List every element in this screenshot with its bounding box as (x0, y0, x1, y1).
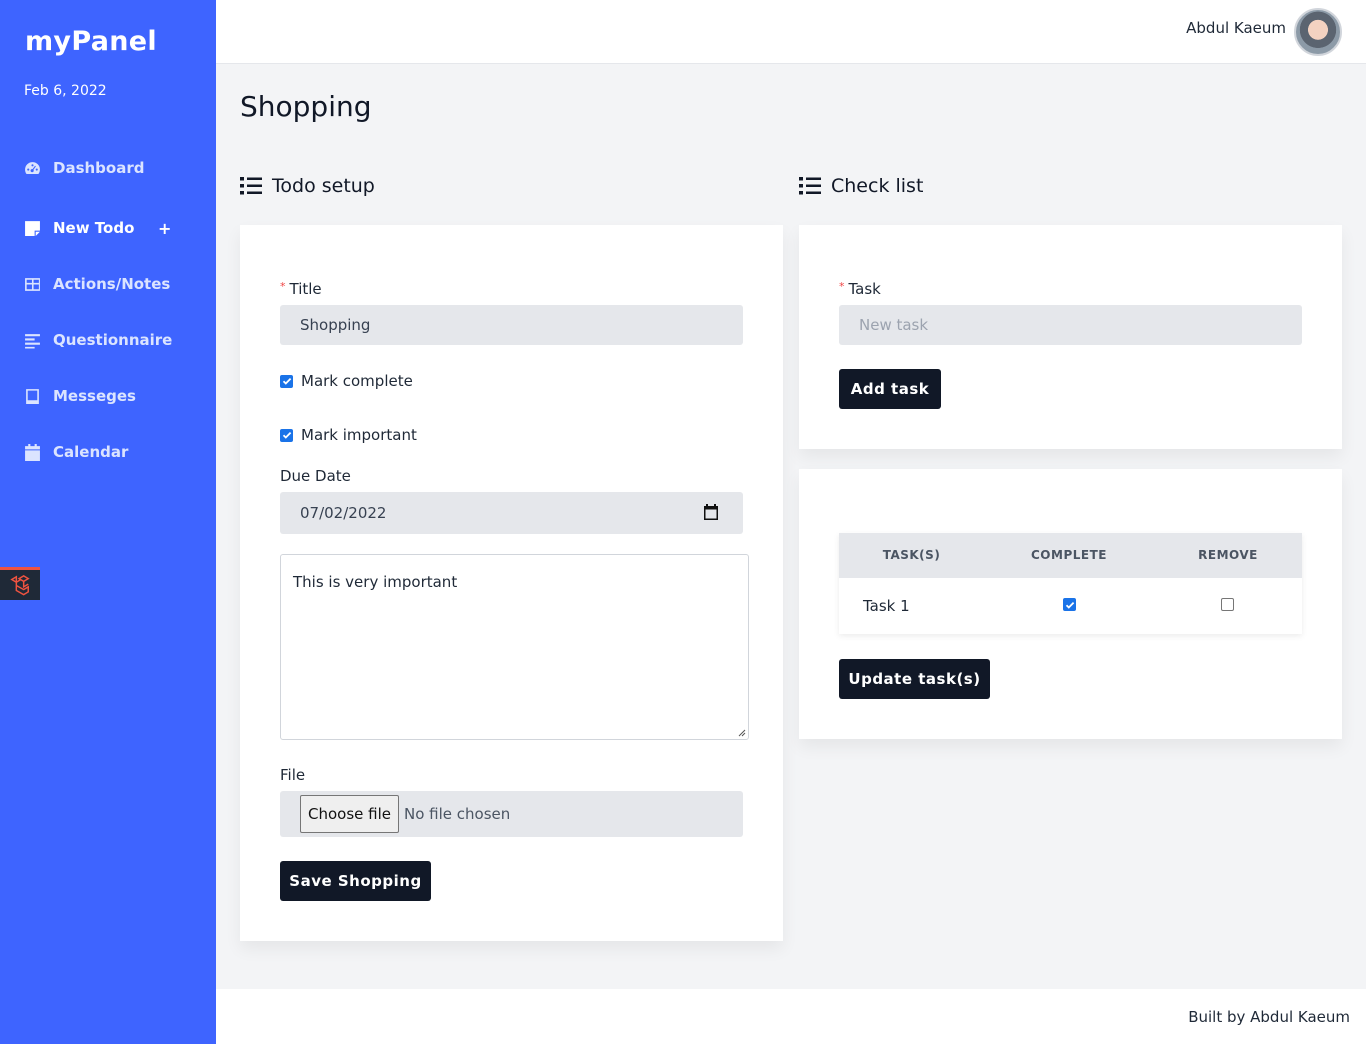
add-task-button[interactable]: Add task (839, 369, 941, 409)
footer-credit: Built by Abdul Kaeum (1188, 1008, 1350, 1026)
sidebar-item-label: New Todo (53, 219, 135, 237)
save-todo-button[interactable]: Save Shopping (280, 861, 431, 901)
title-label-text: Title (289, 280, 322, 298)
brand-logo[interactable]: myPanel (25, 26, 157, 57)
new-task-input[interactable]: New task (839, 305, 1302, 345)
required-mark: * (280, 280, 286, 293)
due-date-value: 07/02/2022 (300, 504, 387, 522)
task-complete-checkbox[interactable] (1063, 598, 1076, 611)
check-icon (282, 431, 291, 439)
section-title: Check list (831, 175, 924, 197)
notes-text: This is very important (293, 573, 458, 591)
file-input[interactable]: Choose file No file chosen (280, 791, 743, 837)
sidebar-item-questionnaire[interactable]: Questionnaire (24, 329, 172, 351)
column-header-remove: REMOVE (1198, 548, 1258, 562)
check-icon (1065, 601, 1074, 609)
mark-important-row: Mark important (280, 426, 417, 444)
calendar-icon (25, 443, 40, 461)
sidebar-item-label: Dashboard (53, 159, 145, 177)
update-tasks-button[interactable]: Update task(s) (839, 659, 990, 699)
sidebar-item-label: Questionnaire (53, 331, 173, 349)
avatar[interactable] (1294, 8, 1342, 56)
sidebar-item-label: Messeges (53, 387, 136, 405)
sidebar-item-dashboard[interactable]: Dashboard (24, 157, 144, 179)
tasks-table: TASK(S) COMPLETE REMOVE Task 1 (839, 533, 1302, 634)
file-status-text: No file chosen (404, 805, 511, 823)
user-name[interactable]: Abdul Kaeum (1186, 19, 1286, 37)
title-label: * Title (280, 280, 322, 298)
required-mark: * (839, 280, 845, 293)
sidebar-item-new-todo[interactable]: New Todo (24, 217, 134, 239)
todo-setup-heading: Todo setup (240, 175, 375, 197)
title-input[interactable]: Shopping (280, 305, 743, 345)
sidebar-item-label: Actions/Notes (53, 275, 171, 293)
top-bar: Abdul Kaeum (216, 0, 1366, 64)
table-grid-icon (25, 277, 40, 291)
check-icon (282, 377, 291, 385)
sidebar-item-label: Calendar (53, 443, 129, 461)
add-todo-plus-icon[interactable]: + (158, 219, 171, 238)
table-header: TASK(S) COMPLETE REMOVE (839, 533, 1302, 578)
section-title: Todo setup (272, 175, 375, 197)
list-icon (240, 177, 262, 195)
task-label-text: Task (848, 280, 881, 298)
tablet-icon (26, 388, 39, 404)
mark-important-checkbox[interactable] (280, 428, 293, 442)
sticky-note-icon (25, 220, 40, 236)
task-remove-checkbox[interactable] (1221, 598, 1234, 611)
footer: Built by Abdul Kaeum (216, 989, 1366, 1044)
sidebar-date: Feb 6, 2022 (24, 83, 107, 99)
align-left-icon (25, 333, 40, 348)
mark-important-label: Mark important (301, 426, 417, 444)
sidebar-item-actions-notes[interactable]: Actions/Notes (24, 273, 170, 295)
page-title: Shopping (240, 90, 372, 123)
resize-grip-icon[interactable] (738, 729, 746, 737)
mark-complete-checkbox[interactable] (280, 374, 293, 388)
laravel-debugbar-toggle[interactable] (0, 567, 40, 600)
sidebar-item-messeges[interactable]: Messeges (24, 385, 136, 407)
sidebar: myPanel Feb 6, 2022 Dashboard New Todo +… (0, 0, 216, 1044)
file-label: File (280, 766, 306, 784)
column-header-complete: COMPLETE (1031, 548, 1107, 562)
task-name-cell: Task 1 (863, 597, 910, 615)
check-list-heading: Check list (799, 175, 923, 197)
laravel-logo-icon (10, 574, 30, 596)
mark-complete-row: Mark complete (280, 372, 413, 390)
choose-file-button[interactable]: Choose file (300, 795, 399, 833)
notes-textarea[interactable]: This is very important (280, 554, 749, 740)
calendar-picker-icon[interactable] (703, 504, 719, 520)
mark-complete-label: Mark complete (301, 372, 413, 390)
sidebar-item-calendar[interactable]: Calendar (24, 441, 128, 463)
due-date-label: Due Date (280, 467, 351, 485)
list-icon (799, 177, 821, 195)
column-header-tasks: TASK(S) (882, 548, 941, 562)
dashboard-gauge-icon (25, 161, 40, 174)
task-label: * Task (839, 280, 881, 298)
due-date-input[interactable]: 07/02/2022 (280, 492, 743, 534)
